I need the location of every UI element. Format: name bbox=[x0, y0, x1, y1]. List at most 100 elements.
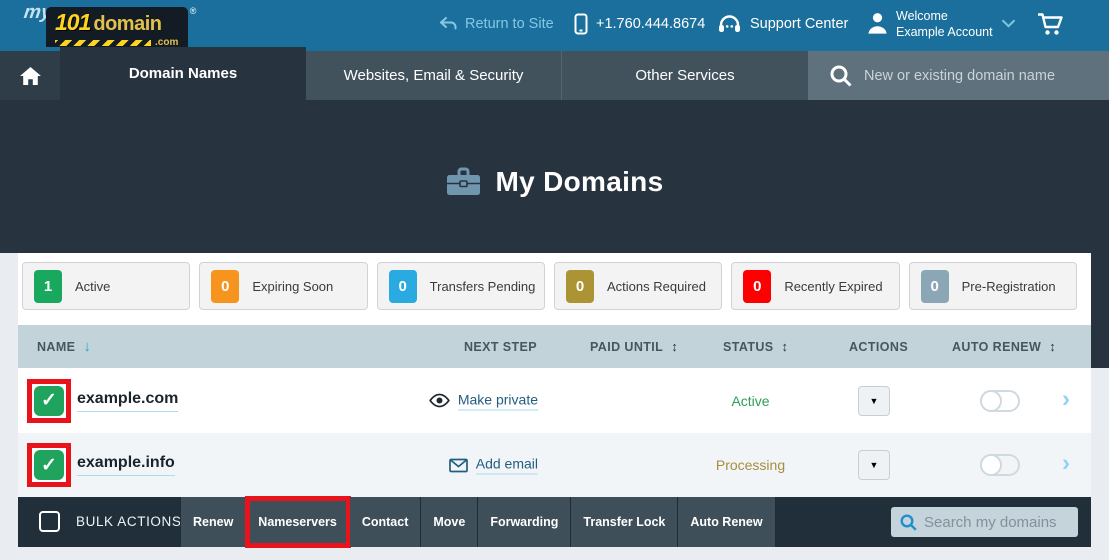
user-icon bbox=[868, 13, 887, 34]
column-name-label: NAME bbox=[37, 340, 75, 354]
tab-websites-email-security-label: Websites, Email & Security bbox=[344, 67, 524, 84]
transfer-lock-button[interactable]: Transfer Lock bbox=[571, 497, 678, 547]
table-row: ✓ example.com Make private Active ▼ › bbox=[18, 368, 1091, 433]
eye-icon bbox=[429, 394, 450, 408]
row-expand-chevron[interactable]: › bbox=[1062, 387, 1070, 411]
return-to-site-label: Return to Site bbox=[465, 16, 554, 32]
envelope-icon bbox=[449, 458, 468, 472]
mobile-phone-icon bbox=[574, 13, 588, 35]
tab-other-services[interactable]: Other Services bbox=[561, 51, 808, 100]
my-domains-search bbox=[891, 507, 1078, 537]
auto-renew-toggle[interactable] bbox=[980, 454, 1020, 476]
top-bar: my ® 101 domain .com Return to Site bbox=[0, 0, 1109, 47]
card-active[interactable]: 1 Active bbox=[22, 262, 190, 310]
count-badge: 0 bbox=[211, 270, 239, 303]
actions-dropdown[interactable]: ▼ bbox=[858, 386, 890, 416]
renew-button[interactable]: Renew bbox=[180, 497, 246, 547]
sort-both-icon[interactable]: ↕ bbox=[1049, 339, 1056, 354]
toggle-knob bbox=[980, 390, 1002, 412]
domain-link[interactable]: example.com bbox=[77, 390, 178, 412]
card-label: Expiring Soon bbox=[252, 279, 333, 294]
logo-box: ® 101 domain .com bbox=[46, 7, 188, 52]
card-label: Active bbox=[75, 279, 110, 294]
domain-search-input[interactable] bbox=[864, 68, 1109, 84]
count-badge: 0 bbox=[743, 270, 771, 303]
card-label: Recently Expired bbox=[784, 279, 882, 294]
tab-websites-email-security[interactable]: Websites, Email & Security bbox=[306, 51, 561, 100]
card-pre-registration[interactable]: 0 Pre-Registration bbox=[909, 262, 1077, 310]
card-label: Pre-Registration bbox=[962, 279, 1056, 294]
column-next-step-label: NEXT STEP bbox=[464, 340, 537, 354]
bulk-select-checkbox[interactable] bbox=[39, 511, 60, 532]
column-actions: ACTIONS bbox=[849, 325, 908, 368]
row-checkbox-checked[interactable]: ✓ bbox=[34, 450, 64, 480]
column-status-label: STATUS bbox=[723, 340, 774, 354]
column-paid-until[interactable]: PAID UNTIL ↕ bbox=[590, 325, 678, 368]
my-domains-search-input[interactable] bbox=[924, 514, 1078, 531]
bulk-actions-label: BULK ACTIONS bbox=[76, 497, 181, 547]
right-dark-strip bbox=[1091, 253, 1109, 368]
count-badge: 0 bbox=[566, 270, 594, 303]
domain-link[interactable]: example.info bbox=[77, 454, 175, 476]
tab-other-services-label: Other Services bbox=[635, 67, 734, 84]
headset-icon bbox=[718, 14, 741, 34]
toggle-knob bbox=[980, 454, 1002, 476]
welcome-label: Welcome bbox=[896, 8, 948, 22]
annotation-box: ✓ bbox=[27, 443, 71, 487]
card-transfers-pending[interactable]: 0 Transfers Pending bbox=[377, 262, 545, 310]
logo-stripes bbox=[55, 40, 151, 46]
summary-cards-row: 1 Active 0 Expiring Soon 0 Transfers Pen… bbox=[18, 253, 1091, 325]
domains-panel: 1 Active 0 Expiring Soon 0 Transfers Pen… bbox=[18, 253, 1091, 547]
support-center-link[interactable]: Support Center bbox=[718, 14, 848, 34]
main-nav: Domain Names Websites, Email & Security … bbox=[0, 47, 1109, 100]
count-badge: 0 bbox=[389, 270, 417, 303]
registered-mark: ® bbox=[190, 6, 197, 16]
card-actions-required[interactable]: 0 Actions Required bbox=[554, 262, 722, 310]
home-icon bbox=[20, 67, 41, 85]
phone-link[interactable]: +1.760.444.8674 bbox=[574, 13, 705, 35]
count-badge: 1 bbox=[34, 270, 62, 303]
move-button[interactable]: Move bbox=[421, 497, 478, 547]
card-recently-expired[interactable]: 0 Recently Expired bbox=[731, 262, 899, 310]
row-checkbox-checked[interactable]: ✓ bbox=[34, 386, 64, 416]
site-logo[interactable]: my ® 101 domain .com bbox=[24, 2, 214, 46]
auto-renew-toggle[interactable] bbox=[980, 390, 1020, 412]
content-area: 1 Active 0 Expiring Soon 0 Transfers Pen… bbox=[0, 253, 1109, 560]
auto-renew-button[interactable]: Auto Renew bbox=[678, 497, 775, 547]
sort-desc-icon[interactable]: ↓ bbox=[83, 338, 91, 355]
tab-domain-names[interactable]: Domain Names bbox=[60, 47, 306, 100]
column-next-step: NEXT STEP bbox=[464, 325, 537, 368]
chevron-down-icon bbox=[1002, 20, 1015, 28]
sort-both-icon[interactable]: ↕ bbox=[671, 339, 678, 354]
search-icon bbox=[900, 514, 917, 531]
table-row: ✓ example.info Add email Processing ▼ › bbox=[18, 433, 1091, 497]
home-tab[interactable] bbox=[0, 51, 60, 100]
domain-search bbox=[808, 51, 1109, 100]
cart-button[interactable] bbox=[1037, 12, 1065, 36]
column-actions-label: ACTIONS bbox=[849, 340, 908, 354]
account-menu[interactable]: Welcome Example Account bbox=[868, 7, 1015, 40]
tab-domain-names-label: Domain Names bbox=[129, 65, 237, 82]
column-status[interactable]: STATUS ↕ bbox=[723, 325, 788, 368]
card-expiring-soon[interactable]: 0 Expiring Soon bbox=[199, 262, 367, 310]
annotation-box: ✓ bbox=[27, 379, 71, 423]
next-step-link[interactable]: Add email bbox=[449, 456, 538, 475]
page-title: My Domains bbox=[496, 166, 664, 198]
return-to-site-link[interactable]: Return to Site bbox=[440, 16, 554, 32]
status-badge: Processing bbox=[678, 457, 823, 473]
dropdown-caret-icon: ▼ bbox=[870, 396, 879, 406]
sort-both-icon[interactable]: ↕ bbox=[782, 339, 789, 354]
checkmark-icon: ✓ bbox=[41, 454, 57, 477]
next-step-label: Make private bbox=[458, 391, 538, 410]
forwarding-button[interactable]: Forwarding bbox=[478, 497, 571, 547]
next-step-link[interactable]: Make private bbox=[429, 391, 538, 410]
nameservers-button[interactable]: Nameservers bbox=[246, 497, 350, 547]
contact-button[interactable]: Contact bbox=[350, 497, 422, 547]
card-label: Actions Required bbox=[607, 279, 706, 294]
actions-dropdown[interactable]: ▼ bbox=[858, 450, 890, 480]
column-name[interactable]: NAME ↓ bbox=[37, 325, 91, 368]
page: my ® 101 domain .com Return to Site bbox=[0, 0, 1109, 560]
logo-text-domain: domain bbox=[93, 13, 161, 36]
column-auto-renew[interactable]: AUTO RENEW ↕ bbox=[952, 325, 1056, 368]
row-expand-chevron[interactable]: › bbox=[1062, 452, 1070, 476]
